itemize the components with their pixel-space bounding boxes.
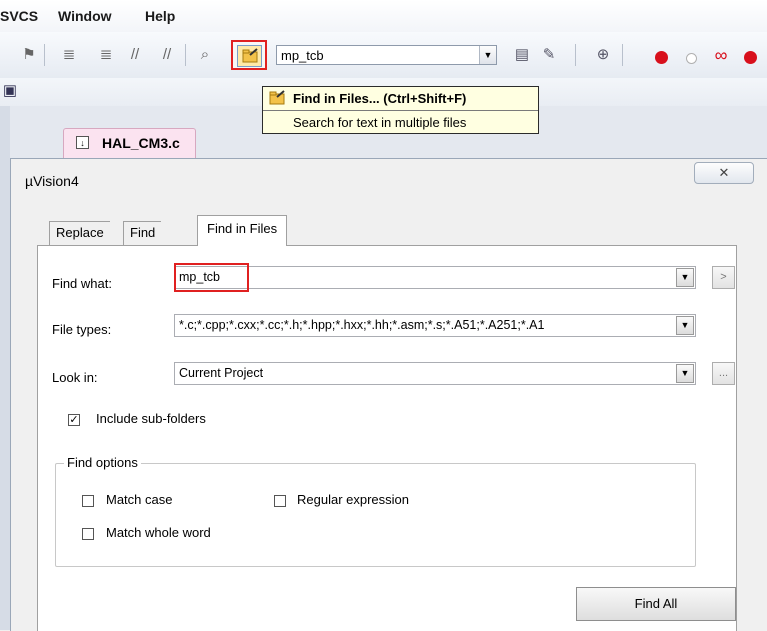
- regular-expression-label: Regular expression: [297, 492, 410, 507]
- match-case-checkbox[interactable]: [82, 495, 94, 507]
- checkmark-icon: ✓: [69, 414, 79, 426]
- tab-find-in-files[interactable]: Find in Files: [197, 215, 288, 246]
- match-whole-word-label: Match whole word: [106, 525, 211, 540]
- find-what-next-button[interactable]: >: [712, 266, 735, 289]
- look-in-combo[interactable]: Current Project ▼: [174, 362, 696, 385]
- find-in-files-icon: [269, 90, 285, 105]
- tooltip-divider: [263, 110, 538, 111]
- window-icon[interactable]: ▣: [1, 82, 19, 100]
- find-all-label: Find All: [634, 596, 678, 611]
- file-tab[interactable]: ↓ HAL_CM3.c: [63, 128, 196, 158]
- zoom-icon[interactable]: ⊕: [594, 46, 612, 64]
- find-what-label: Find what:: [52, 276, 112, 291]
- file-types-label: File types:: [52, 322, 112, 337]
- tooltip-title: Find in Files... (Ctrl+Shift+F): [293, 91, 467, 106]
- include-subfolders-checkbox[interactable]: ✓: [68, 414, 80, 426]
- file-icon: ↓: [76, 136, 89, 149]
- find-what-combo[interactable]: mp_tcb ▼: [174, 266, 696, 289]
- find-all-button[interactable]: Find All: [576, 587, 736, 621]
- tab-find-in-files-label: Find in Files: [207, 221, 278, 236]
- find-in-files-tooltip: Find in Files... (Ctrl+Shift+F) Search f…: [262, 86, 539, 134]
- toolbar-separator: [575, 44, 576, 66]
- kill-breakpoints-icon[interactable]: ∞: [712, 46, 730, 64]
- menu-svcs[interactable]: SVCS: [0, 8, 38, 24]
- left-panel-border: [0, 106, 10, 630]
- find-in-files-icon: [237, 45, 262, 67]
- file-tab-label: HAL_CM3.c: [102, 135, 180, 151]
- find-icon[interactable]: ⌕: [196, 46, 214, 64]
- chevron-down-icon[interactable]: ▼: [479, 46, 496, 64]
- comment-icon[interactable]: //: [126, 46, 144, 64]
- menu-help[interactable]: Help: [145, 8, 175, 24]
- chevron-down-icon[interactable]: ▼: [676, 268, 694, 287]
- tab-find[interactable]: Find: [123, 221, 162, 245]
- match-case-label: Match case: [106, 492, 173, 507]
- toolbar-separator: [622, 44, 623, 66]
- dialog-title: µVision4: [25, 173, 79, 189]
- toolbar-separator: [185, 44, 186, 66]
- browse-icon: ...: [718, 367, 729, 379]
- incremental-find-icon[interactable]: ▤: [513, 46, 531, 64]
- chevron-right-icon: >: [720, 271, 727, 283]
- file-types-value: *.c;*.cpp;*.cxx;*.cc;*.h;*.hpp;*.hxx;*.h…: [179, 318, 545, 332]
- unindent-icon[interactable]: ≣: [97, 46, 115, 64]
- find-in-files-button[interactable]: [231, 40, 267, 70]
- chevron-down-icon[interactable]: ▼: [676, 364, 694, 383]
- close-button[interactable]: ✕: [694, 162, 754, 184]
- tooltip-description: Search for text in multiple files: [293, 115, 467, 130]
- tab-find-label: Find: [130, 225, 156, 240]
- look-in-value: Current Project: [179, 366, 264, 380]
- regular-expression-checkbox[interactable]: [274, 495, 286, 507]
- toolbar-separator: [44, 44, 45, 66]
- menu-bar: SVCS Window Help: [0, 0, 767, 32]
- uncomment-icon[interactable]: //: [158, 46, 176, 64]
- toolbar-search-combo[interactable]: mp_tcb ▼: [276, 45, 497, 65]
- indent-icon[interactable]: ≣: [60, 46, 78, 64]
- disable-breakpoint-icon[interactable]: [686, 53, 697, 64]
- browse-button[interactable]: ...: [712, 362, 735, 385]
- find-what-highlight: [174, 263, 249, 292]
- toolbar: ⚑ ≣ ≣ // // ⌕ mp_tcb ▼ ▤ ✎ ⊕ ∞: [0, 32, 767, 79]
- breakpoint-icon[interactable]: [655, 51, 668, 64]
- tab-replace[interactable]: Replace: [49, 221, 110, 245]
- close-icon: ✕: [718, 165, 730, 180]
- breakpoint-extra-icon[interactable]: [744, 51, 757, 64]
- tab-replace-label: Replace: [56, 225, 104, 240]
- find-options-label: Find options: [64, 455, 141, 470]
- find-in-files-panel: [37, 245, 737, 631]
- menu-window[interactable]: Window: [58, 8, 112, 24]
- bookmark-icon[interactable]: ⚑: [20, 46, 38, 64]
- find-references-icon[interactable]: ✎: [540, 46, 558, 64]
- chevron-down-icon[interactable]: ▼: [676, 316, 694, 335]
- look-in-label: Look in:: [52, 370, 98, 385]
- file-types-combo[interactable]: *.c;*.cpp;*.cxx;*.cc;*.h;*.hpp;*.hxx;*.h…: [174, 314, 696, 337]
- toolbar-search-value: mp_tcb: [281, 48, 324, 63]
- match-whole-word-checkbox[interactable]: [82, 528, 94, 540]
- find-options-group: [55, 463, 696, 567]
- include-subfolders-label: Include sub-folders: [96, 411, 206, 426]
